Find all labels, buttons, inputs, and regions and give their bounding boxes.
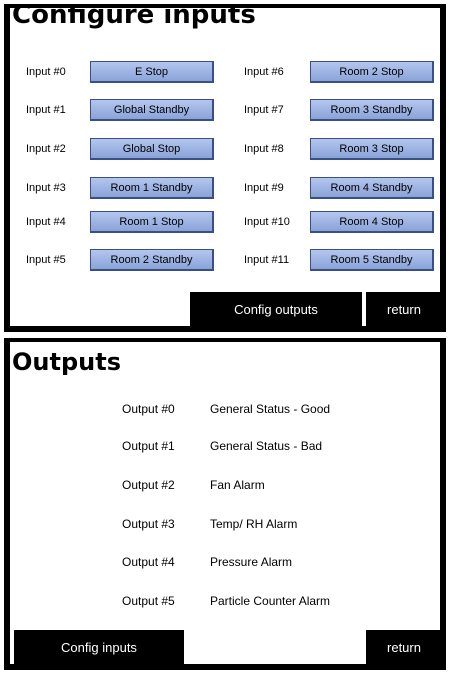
outputs-screen: Outputs Output #0 General Status - Good …: [4, 338, 446, 670]
output-label-2: Output #2: [122, 478, 175, 492]
input-4-assign-button[interactable]: Room 1 Stop: [90, 211, 214, 233]
config-outputs-button[interactable]: Config outputs: [190, 292, 362, 326]
input-row-5: Input #5 Room 2 Standby: [10, 248, 220, 274]
input-10-assign-button[interactable]: Room 4 Stop: [310, 211, 434, 233]
input-label: Input #2: [26, 143, 66, 155]
input-row-9: Input #9 Room 4 Standby: [240, 176, 440, 202]
input-row-10: Input #10 Room 4 Stop: [240, 210, 440, 236]
input-11-assign-button[interactable]: Room 5 Standby: [310, 249, 434, 271]
input-label: Input #3: [26, 182, 66, 194]
input-6-assign-button[interactable]: Room 2 Stop: [310, 61, 434, 83]
output-desc-1: General Status - Bad: [210, 439, 323, 453]
input-label: Input #8: [244, 143, 284, 155]
input-label: Input #1: [26, 104, 66, 116]
input-2-assign-button[interactable]: Global Stop: [90, 138, 214, 160]
output-desc-5: Particle Counter Alarm: [210, 594, 331, 608]
input-label: Input #5: [26, 254, 66, 266]
input-label: Input #4: [26, 216, 66, 228]
input-5-assign-button[interactable]: Room 2 Standby: [90, 249, 214, 271]
input-0-assign-button[interactable]: E Stop: [90, 61, 214, 83]
output-label-5: Output #5: [122, 594, 175, 608]
output-desc-0: General Status - Good: [210, 402, 331, 416]
input-label: Input #10: [244, 216, 290, 228]
input-label: Input #11: [244, 254, 290, 266]
page-title: Configure inputs: [12, 4, 256, 30]
input-row-2: Input #2 Global Stop: [10, 137, 220, 163]
input-1-assign-button[interactable]: Global Standby: [90, 99, 214, 121]
input-row-3: Input #3 Room 1 Standby: [10, 176, 220, 202]
config-inputs-button[interactable]: Config inputs: [14, 630, 184, 664]
output-label-3: Output #3: [122, 517, 175, 531]
output-label-0: Output #0: [122, 402, 175, 416]
input-row-7: Input #7 Room 3 Standby: [240, 98, 440, 124]
input-row-4: Input #4 Room 1 Stop: [10, 210, 220, 236]
output-label-4: Output #4: [122, 555, 175, 569]
input-row-0: Input #0 E Stop: [10, 60, 220, 86]
input-label: Input #9: [244, 182, 284, 194]
input-row-11: Input #11 Room 5 Standby: [240, 248, 440, 274]
input-8-assign-button[interactable]: Room 3 Stop: [310, 138, 434, 160]
input-label: Input #7: [244, 104, 284, 116]
input-row-6: Input #6 Room 2 Stop: [240, 60, 440, 86]
configure-inputs-screen: Configure inputs Input #0 E Stop Input #…: [4, 4, 446, 332]
input-label: Input #6: [244, 66, 284, 78]
output-label-1: Output #1: [122, 439, 175, 453]
output-desc-3: Temp/ RH Alarm: [210, 517, 298, 531]
page-title: Outputs: [12, 348, 121, 376]
return-button[interactable]: return: [366, 630, 440, 664]
input-row-8: Input #8 Room 3 Stop: [240, 137, 440, 163]
input-9-assign-button[interactable]: Room 4 Standby: [310, 177, 434, 199]
input-row-1: Input #1 Global Standby: [10, 98, 220, 124]
return-button[interactable]: return: [366, 292, 440, 326]
input-7-assign-button[interactable]: Room 3 Standby: [310, 99, 434, 121]
output-desc-2: Fan Alarm: [210, 478, 265, 492]
input-3-assign-button[interactable]: Room 1 Standby: [90, 177, 214, 199]
output-desc-4: Pressure Alarm: [210, 555, 293, 569]
input-label: Input #0: [26, 66, 66, 78]
